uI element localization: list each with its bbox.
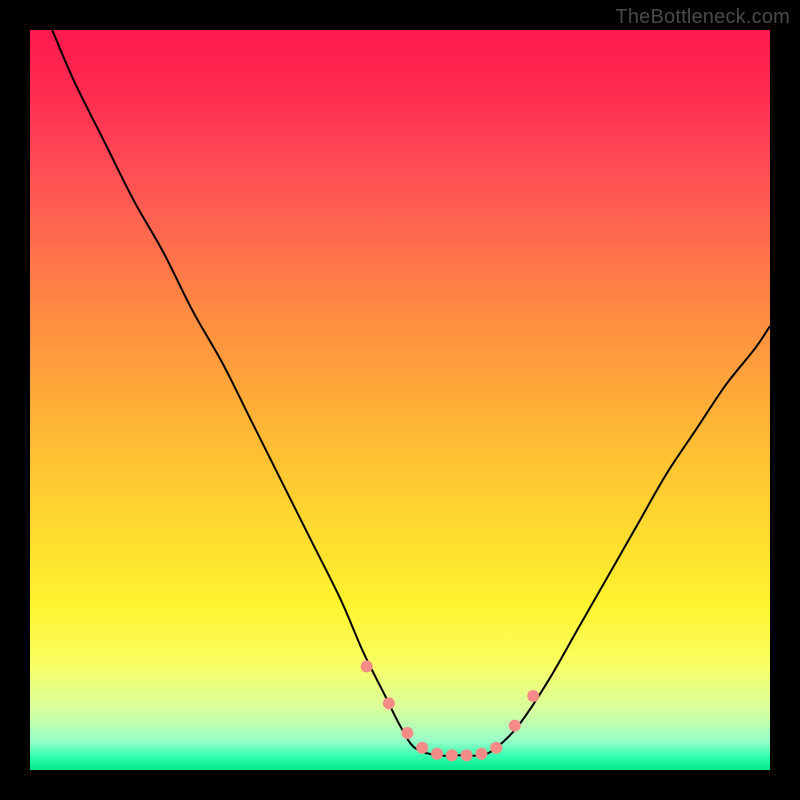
chart-frame: TheBottleneck.com (0, 0, 800, 800)
curve-marker (416, 742, 428, 754)
marker-group (361, 660, 540, 761)
watermark-text: TheBottleneck.com (615, 6, 790, 29)
plot-area (30, 30, 770, 770)
curve-marker (490, 742, 502, 754)
bottleneck-curve (52, 30, 770, 756)
curve-marker (383, 697, 395, 709)
curve-marker (401, 727, 413, 739)
curve-marker (431, 748, 443, 760)
curve-marker (509, 720, 521, 732)
curve-marker (361, 660, 373, 672)
curve-marker (527, 690, 539, 702)
chart-svg (30, 30, 770, 770)
curve-marker (475, 748, 487, 760)
curve-marker (446, 749, 458, 761)
curve-marker (461, 749, 473, 761)
